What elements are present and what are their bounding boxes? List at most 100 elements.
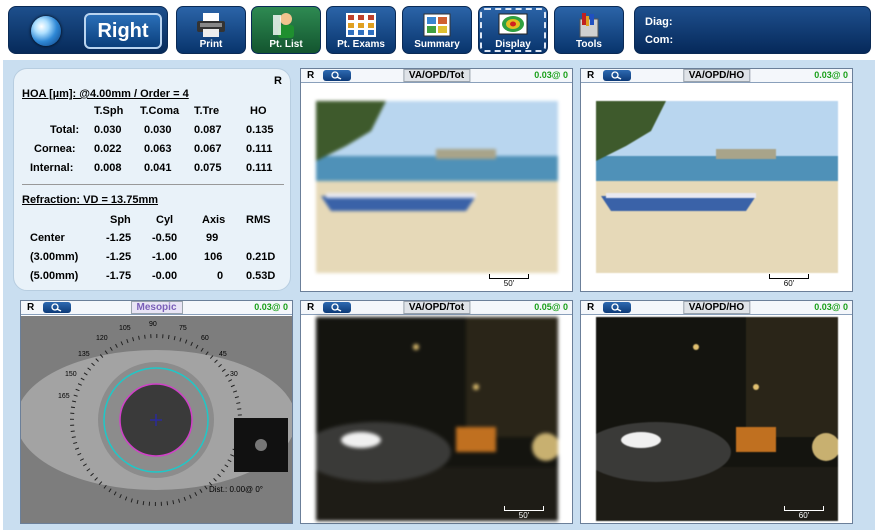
hoa-header: T.Sph (94, 105, 124, 117)
tools-label: Tools (576, 39, 602, 50)
summary-label: Summary (414, 39, 460, 50)
scale-label: 50' (503, 279, 515, 288)
printer-icon (197, 13, 225, 37)
va-opd-ho-night-panel[interactable]: R VA/OPD/HO 0.03@ 0 60' (580, 300, 853, 524)
print-button[interactable]: Print (176, 6, 246, 54)
simulated-night-street-image (596, 317, 838, 521)
panel-title: VA/OPD/HO (682, 301, 751, 314)
refr-cell: 0 (217, 270, 224, 282)
va-opd-total-night-panel[interactable]: R VA/OPD/Tot 0.05@ 0 50' (300, 300, 573, 524)
va-opd-total-panel[interactable]: R VA/OPD/Tot 0.03@ 0 50' (300, 68, 573, 292)
angle-label: 150 (65, 371, 77, 378)
zoom-button[interactable] (323, 70, 351, 81)
panel-header: R VA/OPD/Tot 0.03@ 0 (301, 69, 572, 83)
hoa-cell: 0.075 (194, 162, 222, 174)
summary-button[interactable]: Summary (402, 6, 472, 54)
panel-title: VA/OPD/HO (682, 69, 751, 82)
zoom-button[interactable] (323, 302, 351, 313)
diagnosis-comment-box[interactable]: Diag: Com: (634, 6, 871, 54)
exams-grid-icon (346, 13, 376, 37)
patient-list-button[interactable]: Pt. List (251, 6, 321, 54)
refr-row-label: (3.00mm) (30, 251, 79, 263)
divider (22, 184, 284, 185)
zoom-button[interactable] (43, 302, 71, 313)
hoa-cell: 0.030 (144, 124, 172, 136)
panel-title: VA/OPD/Tot (402, 301, 471, 314)
refr-cell: 0.53D (246, 270, 276, 282)
tools-icon (579, 13, 599, 38)
angle-label: 60 (201, 335, 209, 342)
refr-cell: -1.25 (106, 232, 132, 244)
angle-label: 120 (96, 335, 108, 342)
scale-bar: 60' (769, 274, 809, 288)
angle-label: 45 (219, 351, 227, 358)
simulated-night-street-image (316, 317, 558, 521)
panel-value: 0.03@ 0 (254, 302, 288, 312)
panel-value: 0.03@ 0 (814, 302, 848, 312)
angle-label: 135 (78, 351, 90, 358)
refr-header: RMS (246, 214, 271, 226)
panel-title: VA/OPD/Tot (402, 69, 471, 82)
angle-label: 90 (149, 321, 157, 328)
display-button[interactable]: Display (478, 6, 548, 54)
angle-label: 75 (179, 325, 187, 332)
hoa-header: T.Tre (194, 105, 220, 117)
refr-row-label: Center (30, 232, 65, 244)
patient-icon (273, 13, 294, 38)
refr-cell: 99 (206, 232, 219, 244)
zoom-button[interactable] (603, 70, 631, 81)
panel-title: Mesopic (130, 301, 183, 314)
va-opd-ho-panel[interactable]: R VA/OPD/HO 0.03@ 0 60' (580, 68, 853, 292)
mesopic-eye-panel[interactable]: R Mesopic 0.03@ 0 90 75 60 45 30 105 120 (20, 300, 293, 524)
display-map-icon (498, 13, 528, 35)
refr-header: Axis (202, 214, 226, 226)
patient-list-label: Pt. List (269, 39, 303, 50)
hoa-row-label: Internal: (30, 162, 74, 174)
scale-label: 60' (783, 279, 795, 288)
refr-cell: 0.21D (246, 251, 276, 263)
patient-exams-button[interactable]: Pt. Exams (326, 6, 396, 54)
magnifier-icon (331, 71, 342, 80)
eye-selector: Right (8, 6, 168, 54)
hoa-cell: 0.087 (194, 124, 222, 136)
hoa-header: HO (250, 105, 267, 117)
scale-label: 60' (798, 511, 810, 520)
hoa-cell: 0.041 (144, 162, 172, 174)
eye-globe-icon[interactable] (31, 16, 61, 46)
panel-value: 0.05@ 0 (534, 302, 568, 312)
diag-label: Diag: (645, 16, 673, 28)
zoom-button[interactable] (603, 302, 631, 313)
info-eye-label: R (274, 75, 282, 87)
hoa-cell: 0.022 (94, 143, 122, 155)
right-eye-button[interactable]: Right (84, 13, 162, 49)
hoa-title: HOA [µm]: @4.00mm / Order = 4 (22, 88, 189, 100)
hoa-cell: 0.067 (194, 143, 222, 155)
refr-cell: 106 (204, 251, 223, 263)
simulated-beach-image (316, 101, 558, 273)
magnifier-icon (51, 303, 62, 312)
tools-button[interactable]: Tools (554, 6, 624, 54)
refr-row-label: (5.00mm) (30, 270, 79, 282)
display-label: Display (495, 39, 531, 50)
hoa-cell: 0.008 (94, 162, 122, 174)
scale-bar: 60' (784, 506, 824, 520)
info-panel: R HOA [µm]: @4.00mm / Order = 4 T.Sph T.… (13, 68, 291, 291)
scale-bar: 50' (489, 274, 529, 288)
com-label: Com: (645, 34, 674, 46)
refr-cell: -0.50 (152, 232, 178, 244)
toolbar: Right Print Pt. List Pt. Exams Summary D… (0, 0, 877, 60)
refr-header: Cyl (156, 214, 174, 226)
distance-readout: Dist.: 0.00@ 0° (209, 485, 264, 494)
hoa-cell: 0.135 (246, 124, 274, 136)
panel-value: 0.03@ 0 (534, 70, 568, 80)
panel-header: R Mesopic 0.03@ 0 (21, 301, 292, 315)
angle-label: 30 (230, 371, 238, 378)
refraction-title: Refraction: VD = 13.75mm (22, 194, 159, 206)
print-label: Print (199, 39, 223, 50)
refr-header: Sph (110, 214, 131, 226)
scale-label: 50' (518, 511, 530, 520)
refr-cell: -1.00 (152, 251, 178, 263)
magnifier-icon (611, 71, 622, 80)
hoa-header: T.Coma (140, 105, 180, 117)
refr-cell: -1.75 (106, 270, 132, 282)
